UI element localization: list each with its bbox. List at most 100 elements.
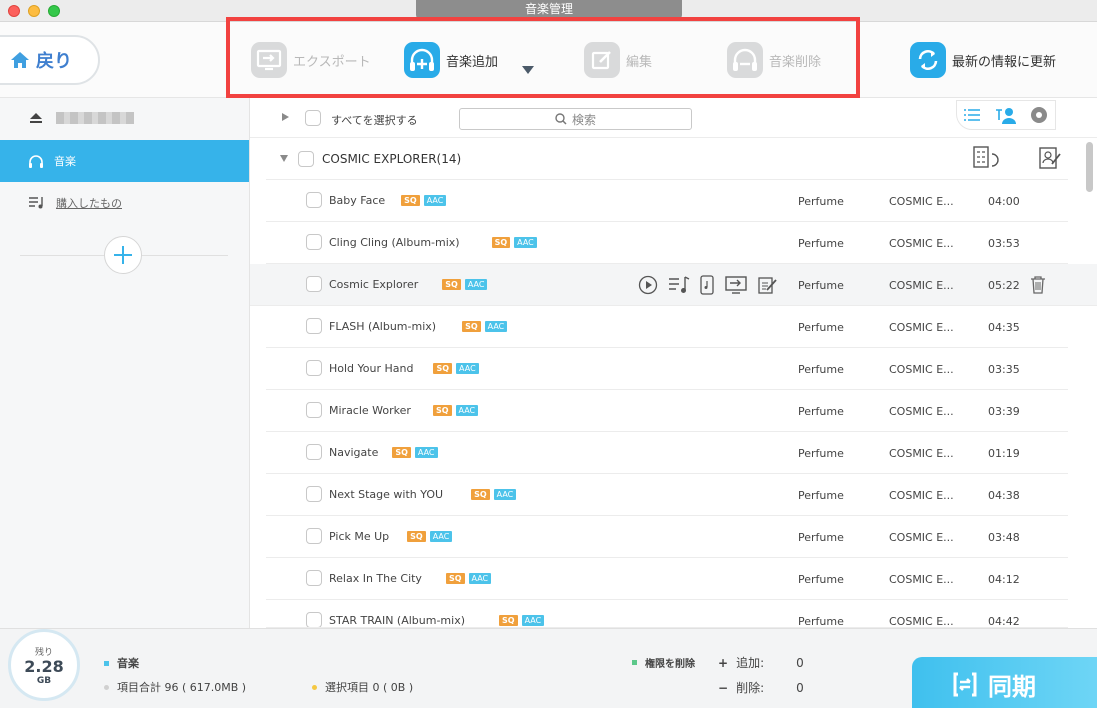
track-name: Pick Me Up	[329, 530, 390, 543]
sq-badge: SQ	[462, 321, 481, 332]
album-checkbox[interactable]	[298, 150, 314, 167]
table-row[interactable]: Pick Me Up SQ AAC Perfume COSMIC E... 03…	[266, 516, 1068, 558]
edit-album-icon[interactable]	[1038, 146, 1062, 170]
total-items-text: 項目合計 96 ( 617.0MB )	[117, 681, 247, 694]
delete-music-button[interactable]: 音楽削除	[727, 42, 821, 78]
table-row[interactable]: Cling Cling (Album-mix) SQ AAC Perfume C…	[266, 222, 1068, 264]
track-artist: Perfume	[798, 321, 844, 334]
track-checkbox[interactable]	[306, 486, 322, 502]
table-row[interactable]: Relax In The City SQ AAC Perfume COSMIC …	[266, 558, 1068, 600]
track-name-cell: Baby Face SQ AAC	[329, 194, 447, 207]
export-to-computer-icon[interactable]	[724, 275, 748, 295]
refresh-button[interactable]: 最新の情報に更新	[910, 42, 1056, 78]
track-checkbox[interactable]	[306, 612, 322, 627]
view-switcher	[956, 100, 1056, 130]
scrollbar[interactable]	[1086, 142, 1093, 192]
zoom-window-button[interactable]	[48, 5, 60, 17]
track-name-cell: Hold Your Hand SQ AAC	[329, 362, 479, 375]
sq-badge: SQ	[432, 405, 452, 416]
trash-icon[interactable]	[1030, 276, 1046, 294]
device-row[interactable]	[0, 98, 249, 138]
play-icon[interactable]	[638, 275, 658, 295]
artist-view-icon[interactable]	[994, 106, 1016, 124]
aac-badge: AAC	[429, 531, 453, 542]
album-header-row[interactable]: COSMIC EXPLORER(14)	[266, 138, 1068, 180]
list-view-icon[interactable]	[964, 108, 980, 122]
export-icon	[251, 42, 287, 78]
track-checkbox[interactable]	[306, 192, 322, 208]
track-name-cell: Miracle Worker SQ AAC	[329, 404, 479, 417]
delete-count: − 削除: 0	[718, 679, 804, 696]
add-count-value: 0	[796, 655, 804, 670]
edit-button[interactable]: 編集	[584, 42, 652, 78]
back-label: 戻り	[36, 51, 72, 72]
add-music-button[interactable]: 音楽追加	[404, 42, 498, 78]
sort-order-icon[interactable]	[972, 146, 1000, 170]
track-checkbox[interactable]	[306, 528, 322, 544]
track-album: COSMIC E...	[889, 615, 954, 628]
table-row[interactable]: STAR TRAIN (Album-mix) SQ AAC Perfume CO…	[266, 600, 1068, 628]
aac-badge: AAC	[456, 363, 479, 374]
search-input[interactable]: 検索	[459, 108, 692, 130]
select-all-checkbox[interactable]	[305, 110, 321, 126]
aac-badge: AAC	[414, 447, 438, 458]
track-duration: 04:12	[988, 573, 1020, 586]
track-artist: Perfume	[798, 615, 844, 628]
storage-remaining-label: 残り	[34, 647, 53, 658]
expand-all-icon[interactable]	[282, 113, 289, 121]
track-name-cell: Navigate SQ AAC	[329, 446, 438, 459]
filter-bar: すべてを選択する 検索	[250, 98, 1097, 138]
table-row[interactable]: Next Stage with YOU SQ AAC Perfume COSMI…	[266, 474, 1068, 516]
track-checkbox[interactable]	[306, 276, 322, 292]
close-window-button[interactable]	[8, 5, 20, 17]
sync-icon	[953, 672, 977, 697]
collapse-album-icon[interactable]	[280, 155, 288, 162]
table-row[interactable]: Miracle Worker SQ AAC Perfume COSMIC E..…	[266, 390, 1068, 432]
track-checkbox[interactable]	[306, 234, 322, 250]
track-checkbox[interactable]	[306, 318, 322, 334]
track-name: Baby Face	[329, 194, 386, 207]
refresh-label: 最新の情報に更新	[952, 54, 1057, 70]
track-name: FLASH (Album-mix)	[329, 320, 437, 333]
table-row[interactable]: Hold Your Hand SQ AAC Perfume COSMIC E..…	[266, 348, 1068, 390]
divider	[142, 255, 228, 256]
table-row[interactable]: Baby Face SQ AAC Perfume COSMIC E... 04:…	[266, 180, 1068, 222]
album-view-icon[interactable]	[1030, 106, 1048, 124]
track-album: COSMIC E...	[889, 363, 954, 376]
track-duration: 03:39	[988, 405, 1020, 418]
sidebar-item-purchased[interactable]: 購入したもの	[0, 182, 249, 224]
total-items: 項目合計 96 ( 617.0MB )	[104, 679, 246, 695]
category-text: 音楽	[117, 657, 139, 670]
sync-button[interactable]: 同期	[912, 657, 1097, 708]
track-duration: 04:35	[988, 321, 1020, 334]
add-dropdown-chevron-icon[interactable]	[522, 66, 534, 74]
track-artist: Perfume	[798, 489, 844, 502]
track-artist: Perfume	[798, 363, 844, 376]
table-row[interactable]: Cosmic Explorer SQ AAC Perfume COSMIC E.…	[250, 264, 1097, 306]
track-checkbox[interactable]	[306, 444, 322, 460]
add-playlist-button[interactable]	[104, 236, 142, 274]
minimize-window-button[interactable]	[28, 5, 40, 17]
track-checkbox[interactable]	[306, 402, 322, 418]
sidebar-item-music[interactable]: 音楽	[0, 140, 249, 182]
track-album: COSMIC E...	[889, 237, 954, 250]
toolbar: 戻り エクスポート 音楽追加 編集 音楽削除 最新の情報に更新	[0, 17, 1097, 98]
track-checkbox[interactable]	[306, 360, 322, 376]
table-row[interactable]: Navigate SQ AAC Perfume COSMIC E... 01:1…	[266, 432, 1068, 474]
track-checkbox[interactable]	[306, 570, 322, 586]
table-row[interactable]: FLASH (Album-mix) SQ AAC Perfume COSMIC …	[266, 306, 1068, 348]
category-label: 音楽	[104, 655, 139, 671]
storage-unit: GB	[36, 675, 52, 686]
delete-count-label: 削除:	[736, 681, 765, 695]
export-button[interactable]: エクスポート	[251, 42, 371, 78]
track-album: COSMIC E...	[889, 405, 954, 418]
search-icon	[555, 113, 567, 125]
plus-icon: +	[718, 655, 729, 670]
aac-badge: AAC	[423, 195, 447, 206]
back-button[interactable]: 戻り	[0, 35, 100, 85]
sq-badge: SQ	[491, 237, 511, 248]
add-to-playlist-icon[interactable]	[668, 275, 690, 295]
total-dot-icon	[104, 684, 109, 690]
send-to-device-icon[interactable]	[700, 275, 714, 295]
edit-track-icon[interactable]	[758, 275, 778, 295]
